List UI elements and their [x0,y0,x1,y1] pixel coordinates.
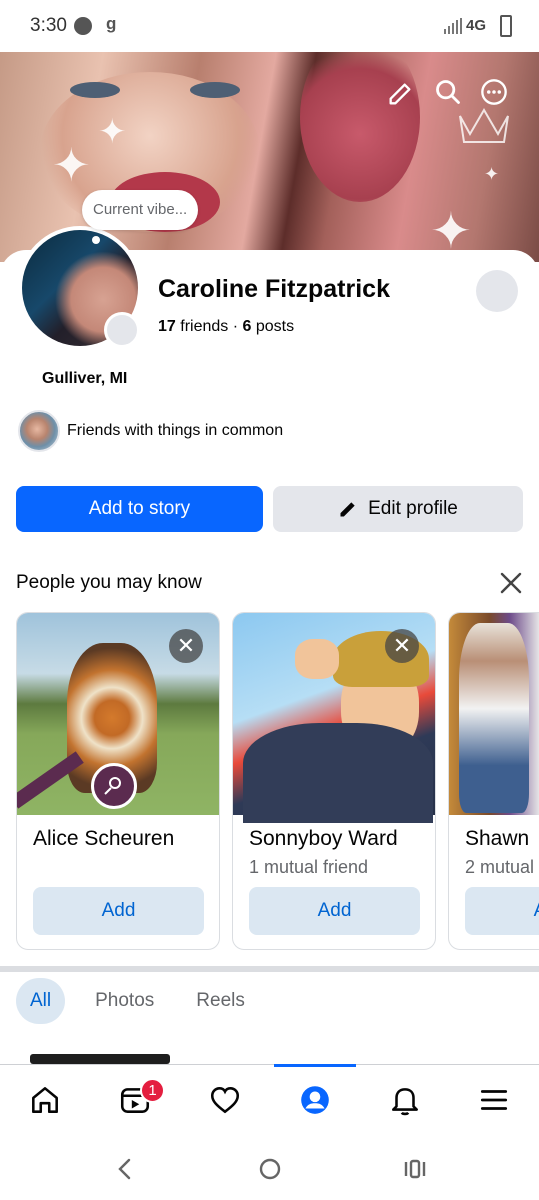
pymk-photo [449,613,539,815]
home-button-icon[interactable] [255,1154,285,1184]
more-icon[interactable] [476,74,512,110]
add-friend-button[interactable]: Add [465,887,539,935]
status-bar: 3:30 g 4G [0,0,539,52]
personal-details-heading-peek [30,1054,170,1064]
profile-name: Caroline Fitzpatrick [158,275,390,303]
bottom-nav [0,1064,539,1136]
back-icon[interactable] [110,1154,140,1184]
bell-icon[interactable] [385,1080,425,1120]
pymk-mutual: 1 mutual friend [249,857,369,877]
pymk-name: Alice Scheuren [33,827,175,850]
pymk-title: People you may know [16,572,202,593]
signal-icon [443,18,463,34]
friends-count: 17 [158,318,176,335]
friends-in-common-label: Friends with things in common [67,422,284,439]
network-label: 4G [466,17,487,34]
stats-separator: · [232,318,239,335]
tab-reels[interactable]: Reels [184,978,257,1024]
profile-stats[interactable]: 17 friends · 6 posts [158,318,294,336]
pencil-icon[interactable] [382,76,418,112]
edit-profile-button[interactable]: Edit profile [273,486,523,532]
profile-icon[interactable] [295,1080,335,1120]
friends-in-common-row[interactable]: Friends with things in common [18,410,283,452]
pymk-card[interactable]: ✕ Sonnyboy Ward 1 mutual friend Add [232,612,436,950]
menu-icon[interactable] [474,1080,514,1120]
cover-tongue [300,52,420,202]
home-icon[interactable] [25,1080,65,1120]
sparkle-icon: ✦ [52,139,91,191]
current-vibe-bubble[interactable]: Current vibe... [82,190,199,230]
avatar-camera-button[interactable] [104,312,140,348]
pymk-card[interactable]: ✕ Alice Scheuren Add [16,612,220,950]
dismiss-icon[interactable]: ✕ [169,629,203,663]
close-icon[interactable] [496,568,526,598]
profile-location: Gulliver, MI [42,370,128,387]
pymk-name: Sonnyboy Ward [249,827,398,850]
search-icon[interactable] [430,74,466,110]
vibe-bubble-tail [92,236,100,244]
add-friend-button[interactable]: Add [33,887,204,935]
add-to-story-button[interactable]: Add to story [16,486,263,532]
avatar-cartoon-fist [295,639,339,679]
sparkle-icon: ✦ [484,164,500,184]
friend-avatar [18,410,60,452]
profile-extra-button[interactable] [476,270,518,312]
tab-all[interactable]: All [16,978,66,1024]
recents-icon[interactable] [400,1154,430,1184]
nav-active-indicator [274,1064,356,1067]
avatar-cartoon-body [243,723,433,823]
cover-eye [190,82,240,98]
edit-profile-label: Edit profile [368,498,458,519]
sync-icon [74,17,92,35]
content-tabs: All Photos Reels [16,978,275,1024]
person-figure [459,623,529,813]
dismiss-icon[interactable]: ✕ [385,629,419,663]
pencil-icon [338,499,358,519]
friends-label: friends [180,318,229,335]
g-icon: g [106,14,117,33]
posts-label: posts [255,318,295,335]
pymk-mutual: 2 mutual friends [465,857,539,877]
video-badge: 1 [140,1078,165,1103]
sparkle-icon: ✦ [98,113,127,151]
pymk-card[interactable]: Shawn 2 mutual friends Add [448,612,539,950]
section-divider [0,966,539,972]
status-time: 3:30 [30,15,67,36]
new-member-badge-icon [91,763,137,809]
tab-photos[interactable]: Photos [83,978,166,1024]
battery-icon [500,15,512,37]
heart-icon[interactable] [205,1080,245,1120]
posts-count: 6 [242,318,252,335]
add-friend-button[interactable]: Add [249,887,420,935]
profile-screen: 3:30 g 4G ✦ ✦ ✦ ✦ Current vibe... Caroli… [0,0,539,1200]
pymk-name: Shawn [465,827,530,850]
cover-eye [70,82,120,98]
